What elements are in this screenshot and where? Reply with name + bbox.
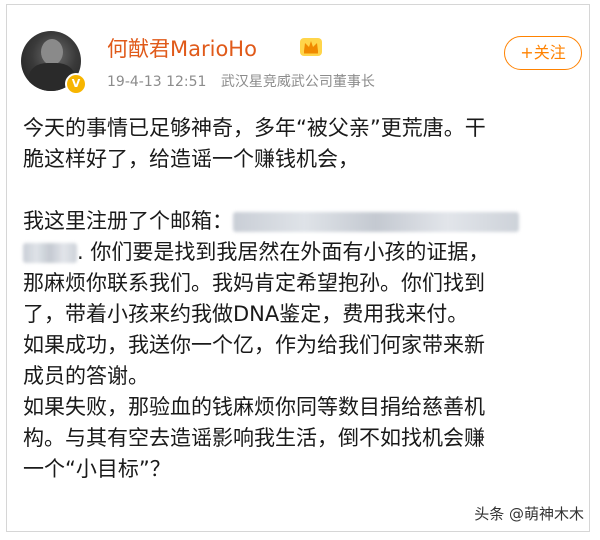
username[interactable]: 何猷君MarioHo: [107, 33, 257, 63]
post-text: 今天的事情已足够神奇，多年“被父亲”更荒唐。干 脆这样好了，给造谣一个赚钱机会，…: [23, 113, 591, 485]
post-line: 成员的答谢。: [23, 364, 149, 388]
user-title: 武汉星竞威武公司董事长: [220, 74, 375, 90]
post-line: 脆这样好了，给造谣一个赚钱机会，: [23, 147, 359, 171]
watermark: 头条 @萌神木木: [474, 505, 584, 523]
post-line-text: 我这里注册了个邮箱：: [23, 209, 233, 233]
post-line: 那麻烦你联系我们。我妈肯定希望抱孙。你们找到: [23, 271, 485, 295]
post-time[interactable]: 19-4-13 12:51: [107, 74, 206, 90]
post-line: 了，带着小孩来约我做DNA鉴定，费用我来付。: [23, 302, 469, 326]
crown-icon: [300, 38, 322, 56]
post-line: 如果失败，那验血的钱麻烦你同等数目捐给慈善机: [23, 395, 485, 419]
redacted-email: [233, 212, 519, 232]
post-line: 一个“小目标”？: [23, 457, 171, 481]
follow-button[interactable]: +关注: [504, 36, 582, 70]
post-line-text: . 你们要是找到我居然在外面有小孩的证据，: [77, 240, 490, 264]
post-line: . 你们要是找到我居然在外面有小孩的证据，: [23, 237, 591, 268]
post-meta: 19-4-13 12:51 武汉星竞威武公司董事长: [107, 71, 375, 91]
post-line: 如果成功，我送你一个亿，作为给我们何家带来新: [23, 333, 485, 357]
weibo-post-card: V 何猷君MarioHo 19-4-13 12:51 武汉星竞威武公司董事长 +…: [6, 4, 590, 532]
redacted-email-domain: [23, 243, 77, 263]
post-line: 构。与其有空去造谣影响我生活，倒不如找机会赚: [23, 426, 485, 450]
post-line: 今天的事情已足够神奇，多年“被父亲”更荒唐。干: [23, 116, 486, 140]
post-line: 我这里注册了个邮箱：: [23, 206, 591, 237]
verified-icon: V: [65, 73, 87, 95]
